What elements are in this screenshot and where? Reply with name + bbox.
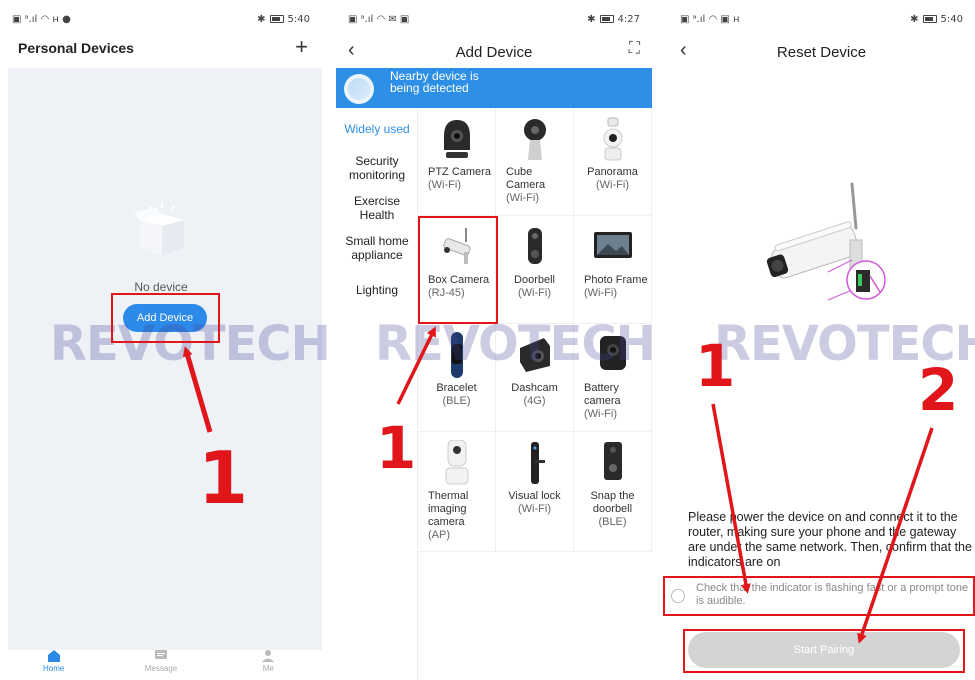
arrow-to-start-pairing	[857, 427, 934, 644]
arrow-to-box-camera	[396, 326, 436, 405]
step-number-1: 1	[376, 414, 417, 482]
step-number-2: 2	[918, 356, 959, 424]
step-number-1: 1	[198, 436, 249, 520]
arrow-to-add-device	[182, 346, 213, 433]
step-number-1: 1	[695, 332, 736, 400]
annotation-arrows	[182, 326, 934, 644]
arrow-to-checkbox	[711, 403, 751, 594]
